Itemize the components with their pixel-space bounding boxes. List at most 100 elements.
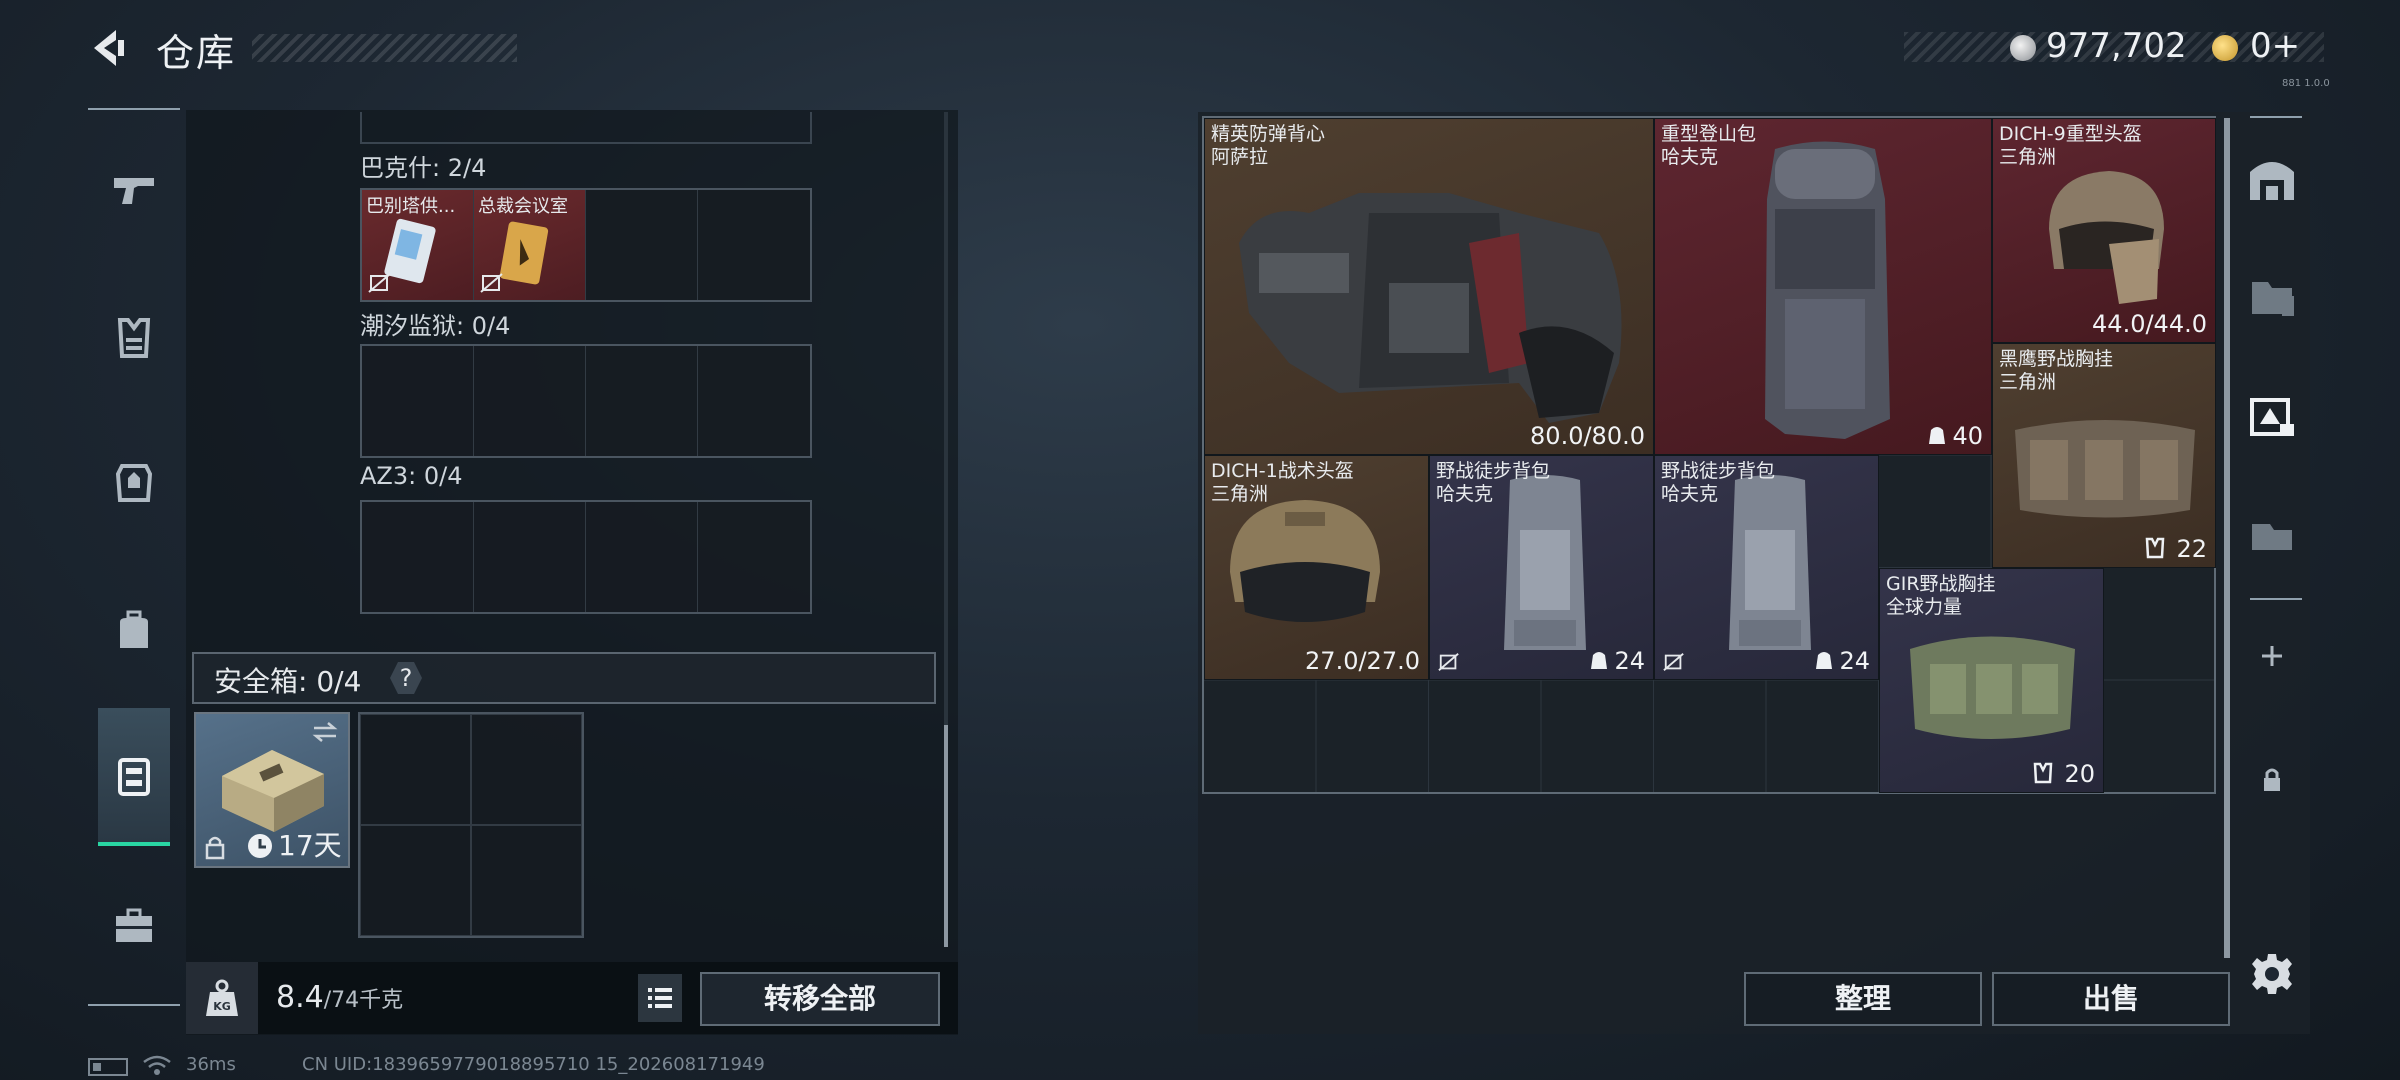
capacity-icon (1816, 652, 1832, 669)
gold-coin-icon (2212, 35, 2238, 61)
title-decoration (252, 34, 517, 62)
body-armor-image (1239, 193, 1622, 423)
armor-icon[interactable] (108, 456, 160, 508)
section-label-az3: AZ3: 0/4 (360, 462, 463, 490)
empty-card-slot[interactable] (474, 346, 586, 456)
sort-button[interactable]: 整理 (1744, 972, 1982, 1026)
sidebar-top-divider (88, 108, 180, 110)
empty-card-slot[interactable] (362, 346, 474, 456)
section-label-bakesh: 巴克什: 2/4 (360, 154, 487, 182)
stash-item[interactable]: 野战徒步背包 哈夫克 24 (1654, 455, 1879, 680)
stash-item[interactable]: 重型登山包 哈夫克 40 (1654, 118, 1992, 455)
sidebar-bottom-divider (88, 1004, 180, 1006)
item-faction: 全球力量 (1886, 596, 1963, 618)
no-transfer-icon (1438, 653, 1459, 671)
weight-readout: 8.4/74千克 (276, 980, 403, 1015)
item-name: 野战徒步背包 (1661, 460, 1776, 482)
storage-folder-icon[interactable] (2244, 268, 2300, 324)
gold-currency-amount[interactable]: 0+ (2250, 26, 2300, 66)
empty-safe-slot[interactable] (471, 825, 582, 936)
item-name: 野战徒步背包 (1436, 460, 1551, 482)
storage-tab-icon[interactable] (2244, 506, 2300, 562)
safe-box-timer: 17天 (278, 829, 342, 862)
item-capacity: 24 (1614, 647, 1645, 675)
locked-storage-icon[interactable] (2244, 750, 2300, 806)
add-storage-icon[interactable] (2244, 628, 2300, 684)
empty-card-slot[interactable] (362, 502, 474, 612)
stash-item[interactable]: 精英防弹背心 阿萨拉 80.0/80.0 (1204, 118, 1654, 455)
previous-section-remnant (360, 112, 812, 144)
vest-icon[interactable] (108, 312, 160, 364)
stash-item[interactable]: DICH-9重型头盔 三角洲 44.0/44.0 (1992, 118, 2216, 343)
list-view-button[interactable] (638, 974, 682, 1022)
weight-current: 8.4 (276, 980, 324, 1015)
tactical-helmet-image (1230, 500, 1380, 622)
no-transfer-icon (368, 273, 391, 293)
stash-item[interactable]: DICH-1战术头盔 三角洲 27.0/27.0 (1204, 455, 1429, 680)
gear-icon[interactable] (2248, 950, 2296, 998)
pistol-icon[interactable] (108, 164, 160, 216)
item-name: DICH-1战术头盔 (1211, 460, 1354, 482)
right-sidebar-mid-divider (2250, 598, 2302, 600)
stash-item[interactable]: 野战徒步背包 哈夫克 24 (1429, 455, 1654, 680)
backpack-image (1765, 141, 1890, 439)
active-storage-icon[interactable] (2244, 388, 2300, 444)
empty-safe-slot[interactable] (360, 714, 471, 825)
item-faction: 阿萨拉 (1211, 146, 1269, 168)
back-arrow-icon[interactable] (86, 26, 130, 70)
backpack-icon[interactable] (108, 604, 160, 656)
item-faction: 三角洲 (1211, 483, 1269, 505)
safe-box-label: 安全箱: 0/4 (214, 665, 362, 698)
sell-button[interactable]: 出售 (1992, 972, 2230, 1026)
field-chest-rig-image (1910, 636, 2075, 739)
card-name: 巴别塔供... (366, 196, 456, 217)
section-label-tidal-prison: 潮汐监狱: 0/4 (360, 312, 511, 340)
section-grid-tidal-prison (360, 344, 812, 458)
item-faction: 哈夫克 (1436, 483, 1494, 505)
battery-icon (88, 1058, 128, 1076)
item-durability: 44.0/44.0 (2092, 310, 2207, 338)
empty-card-slot[interactable] (586, 190, 698, 300)
item-faction: 三角洲 (1999, 371, 2057, 393)
swap-icon (312, 722, 338, 742)
card-slot[interactable]: 总裁会议室 (474, 190, 586, 300)
vest-capacity-icon (2033, 762, 2053, 784)
safe-box-item[interactable]: 17天 (194, 712, 350, 868)
empty-card-slot[interactable] (586, 502, 698, 612)
card-slot[interactable]: 巴别塔供... (362, 190, 474, 300)
clock-icon (248, 834, 272, 858)
empty-card-slot[interactable] (474, 502, 586, 612)
hiking-backpack-image (1729, 475, 1811, 650)
transfer-all-button[interactable]: 转移全部 (700, 972, 940, 1026)
container-scrollbar-thumb[interactable] (944, 725, 948, 947)
weight-max: /74千克 (323, 988, 404, 1013)
silver-currency-amount: 977,702 (2046, 26, 2187, 66)
safe-box-icon[interactable] (108, 750, 160, 802)
empty-safe-slot[interactable] (471, 714, 582, 825)
item-faction: 哈夫克 (1661, 146, 1719, 168)
empty-card-slot[interactable] (698, 346, 810, 456)
toolbox-icon[interactable] (108, 900, 160, 952)
no-transfer-icon (1663, 653, 1684, 671)
stash-item[interactable]: GIR野战胸挂 全球力量 20 (1879, 568, 2104, 793)
item-name: DICH-9重型头盔 (1999, 123, 2142, 145)
item-capacity: 20 (2064, 760, 2095, 788)
safe-box-empty-slots (358, 712, 584, 938)
list-icon (648, 988, 672, 1008)
item-name: GIR野战胸挂 (1886, 573, 1996, 595)
empty-card-slot[interactable] (586, 346, 698, 456)
weight-box: KG (186, 962, 258, 1034)
warehouse-icon[interactable] (2244, 150, 2300, 206)
item-faction: 哈夫克 (1661, 483, 1719, 505)
wifi-icon (143, 1055, 171, 1075)
empty-card-slot[interactable] (698, 190, 810, 300)
empty-card-slot[interactable] (698, 502, 810, 612)
stash-item[interactable]: 黑鹰野战胸挂 三角洲 22 (1992, 343, 2216, 568)
section-grid-az3 (360, 500, 812, 614)
heavy-helmet-image (2049, 171, 2164, 304)
stash-scrollbar[interactable] (2224, 118, 2230, 958)
version-note: 881 1.0.0 (2282, 78, 2330, 89)
item-faction: 三角洲 (1999, 146, 2057, 168)
capacity-icon (1929, 427, 1945, 444)
empty-safe-slot[interactable] (360, 825, 471, 936)
